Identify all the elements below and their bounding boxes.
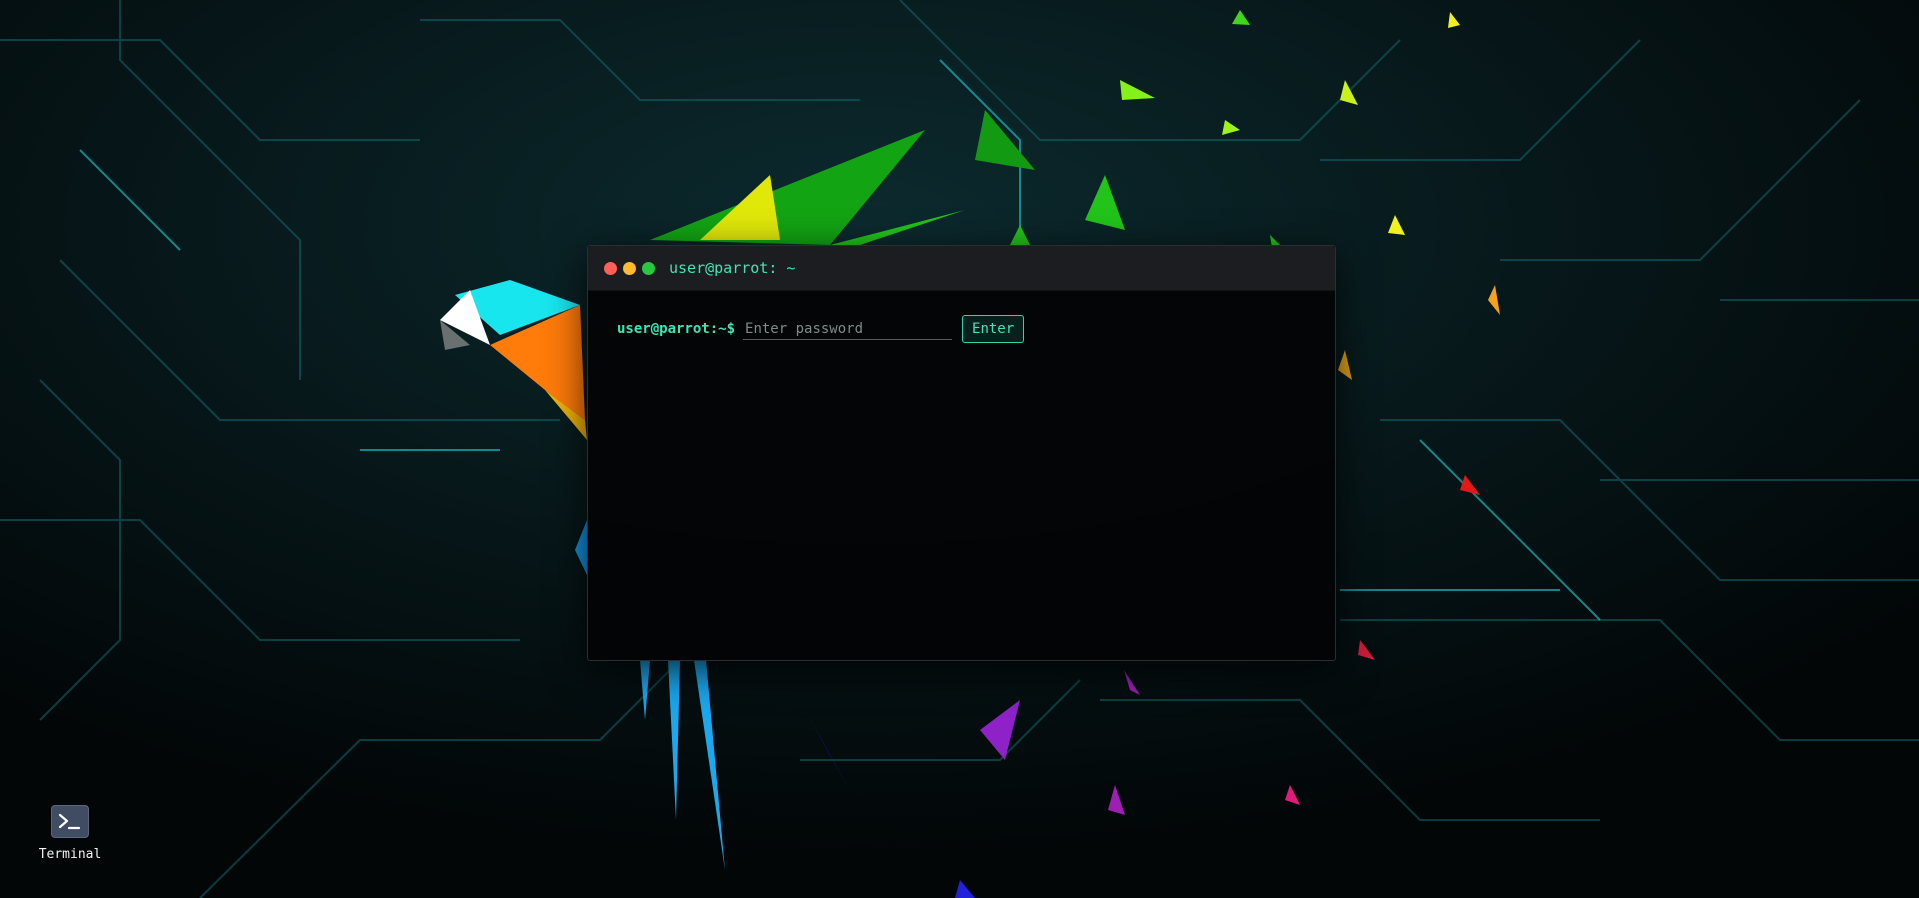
minimize-window-button[interactable]: [623, 261, 636, 275]
terminal-window[interactable]: user@parrot: ~ user@parrot:~$ Enter: [587, 245, 1336, 661]
desktop-icon-terminal[interactable]: Terminal: [36, 805, 104, 862]
shell-prompt: user@parrot:~$: [617, 321, 736, 337]
enter-button[interactable]: Enter: [962, 315, 1025, 343]
close-window-button[interactable]: [604, 261, 617, 275]
terminal-titlebar[interactable]: user@parrot: ~: [588, 246, 1335, 291]
desktop-icon-label: Terminal: [38, 847, 102, 862]
terminal-body: user@parrot:~$ Enter: [588, 291, 1335, 367]
prompt-row: user@parrot:~$ Enter: [617, 315, 1306, 343]
maximize-window-button[interactable]: [642, 261, 655, 275]
terminal-title: user@parrot: ~: [669, 259, 796, 277]
terminal-icon: [51, 805, 89, 838]
password-input[interactable]: [743, 318, 953, 340]
